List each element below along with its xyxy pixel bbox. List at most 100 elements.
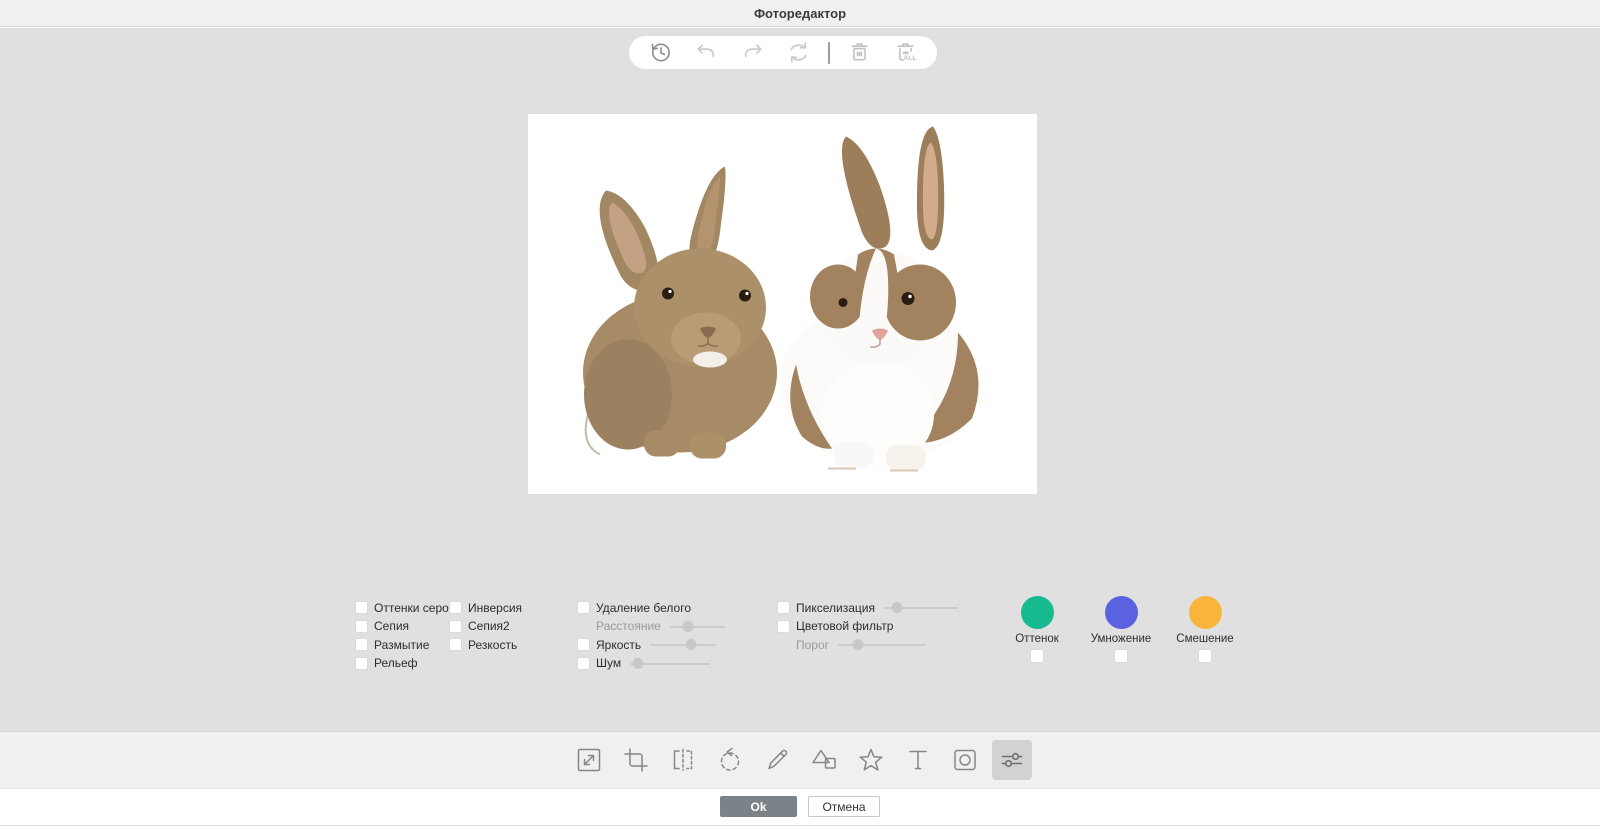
pixelate-slider[interactable] [884,602,958,613]
shape-icon [810,746,838,774]
text-tool-button[interactable] [898,740,938,780]
history-button[interactable] [643,36,677,69]
noise-checkbox[interactable] [577,657,590,670]
threshold-label: Порог [796,638,829,652]
cancel-button[interactable]: Отмена [808,796,880,817]
threshold-row: Порог [777,638,958,651]
trash-all-label: ALL [904,55,917,62]
multiply-checkbox[interactable] [1114,649,1128,663]
blend-tint: Оттенок [1006,596,1068,663]
sharpen-checkbox[interactable] [449,638,462,651]
mix-checkbox[interactable] [1198,649,1212,663]
crop-icon [622,746,650,774]
sharpen-label: Резкость [468,638,517,652]
filter-tool-button[interactable] [992,740,1032,780]
history-toolbar: ALL [629,36,937,69]
shape-tool-button[interactable] [804,740,844,780]
text-icon [904,746,932,774]
rotate-icon [716,746,744,774]
grayscale-checkbox[interactable] [355,601,368,614]
brightness-slider-handle[interactable] [686,639,697,650]
distance-slider-handle[interactable] [682,621,693,632]
redo-button[interactable] [736,36,770,69]
blend-mix: Смешение [1174,596,1236,663]
tools-toolbar [0,731,1600,788]
reset-button[interactable] [782,36,816,69]
filter-noise[interactable]: Шум [577,657,725,670]
undo-button[interactable] [689,36,723,69]
noise-slider-handle[interactable] [633,658,644,669]
filter-group-basic-2: Инверсия Сепия2 Резкость [449,601,522,657]
delete-button[interactable] [843,36,877,69]
distance-slider-track[interactable] [670,626,725,628]
threshold-slider[interactable] [838,639,926,650]
filter-pixelate[interactable]: Пикселизация [777,601,958,614]
remove-white-label: Удаление белого [596,601,691,615]
mix-color-swatch[interactable] [1189,596,1222,629]
emboss-checkbox[interactable] [355,657,368,670]
resize-icon [575,746,603,774]
filter-brightness[interactable]: Яркость [577,638,725,651]
distance-row: Расстояние [577,620,725,633]
brightness-slider[interactable] [650,639,716,650]
filter-sepia[interactable]: Сепия [355,620,460,633]
filter-sepia2[interactable]: Сепия2 [449,620,522,633]
mix-label: Смешение [1176,633,1233,645]
reset-icon [786,40,811,65]
mask-tool-button[interactable] [945,740,985,780]
star-icon [857,746,885,774]
history-icon [648,40,673,65]
brightness-slider-track[interactable] [650,644,716,646]
crop-tool-button[interactable] [616,740,656,780]
brightness-checkbox[interactable] [577,638,590,651]
footer: Ok Отмена [0,788,1600,826]
sepia-label: Сепия [374,619,409,633]
sepia-checkbox[interactable] [355,620,368,633]
filter-blur[interactable]: Размытие [355,638,460,651]
draw-tool-button[interactable] [757,740,797,780]
noise-slider[interactable] [630,658,710,669]
toolbar-divider [828,42,830,64]
pixelate-slider-handle[interactable] [892,602,903,613]
sepia2-checkbox[interactable] [449,620,462,633]
multiply-color-swatch[interactable] [1105,596,1138,629]
edited-photo[interactable] [528,114,1037,494]
brightness-label: Яркость [596,638,641,652]
tint-label: Оттенок [1015,633,1059,645]
filter-invert[interactable]: Инверсия [449,601,522,614]
icon-tool-button[interactable] [851,740,891,780]
filter-group-adjust: Удаление белого Расстояние Яркость Шум [577,601,725,675]
filter-grayscale[interactable]: Оттенки серого [355,601,460,614]
invert-checkbox[interactable] [449,601,462,614]
filter-group-basic-1: Оттенки серого Сепия Размытие Рельеф [355,601,460,675]
flip-icon [669,746,697,774]
undo-icon [694,40,719,65]
filter-emboss[interactable]: Рельеф [355,657,460,670]
sepia2-label: Сепия2 [468,619,510,633]
trash-icon [847,40,872,65]
filter-group-pixel: Пикселизация Цветовой фильтр Порог [777,601,958,657]
threshold-slider-track[interactable] [838,644,926,646]
filter-remove-white[interactable]: Удаление белого [577,601,725,614]
blur-checkbox[interactable] [355,638,368,651]
blend-multiply: Умножение [1090,596,1152,663]
multiply-label: Умножение [1091,633,1152,645]
pixelate-checkbox[interactable] [777,601,790,614]
filter-sharpen[interactable]: Резкость [449,638,522,651]
color-filter-checkbox[interactable] [777,620,790,633]
remove-white-checkbox[interactable] [577,601,590,614]
tint-checkbox[interactable] [1030,649,1044,663]
distance-slider[interactable] [670,621,725,632]
ok-button[interactable]: Ok [720,796,797,817]
rotate-tool-button[interactable] [710,740,750,780]
pixelate-label: Пикселизация [796,601,875,615]
threshold-slider-handle[interactable] [853,639,864,650]
tint-color-swatch[interactable] [1021,596,1054,629]
delete-all-button[interactable]: ALL [889,36,923,69]
color-filter-label: Цветовой фильтр [796,619,893,633]
flip-tool-button[interactable] [663,740,703,780]
filter-sliders-icon [998,746,1026,774]
grayscale-label: Оттенки серого [374,601,460,615]
resize-tool-button[interactable] [569,740,609,780]
filter-color[interactable]: Цветовой фильтр [777,620,958,633]
